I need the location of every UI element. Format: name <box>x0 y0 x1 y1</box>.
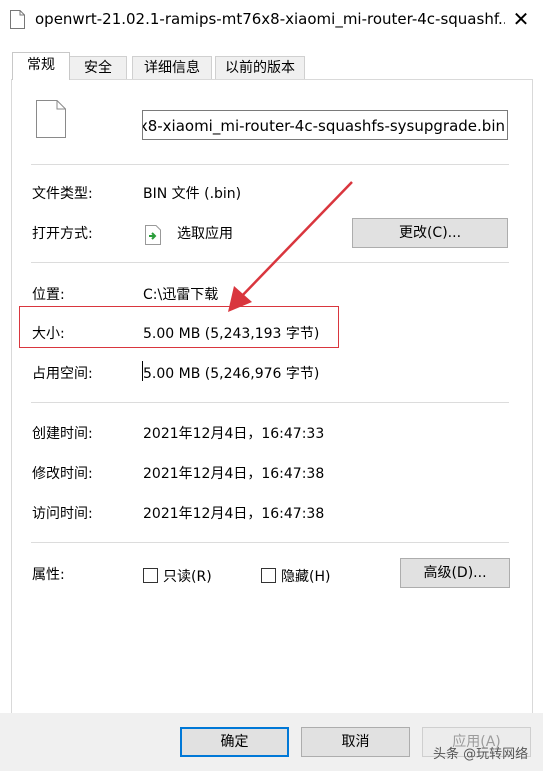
file-name-input[interactable]: openwrt-21.02.1-ramips-mt76x8-xiaomi_mi-… <box>142 110 508 140</box>
readonly-checkbox[interactable] <box>143 568 158 583</box>
hidden-label[interactable]: 隐藏(H) <box>281 566 330 586</box>
tab-security[interactable]: 安全 <box>69 56 127 79</box>
accessed-value: 2021年12月4日，16:47:38 <box>143 506 325 522</box>
title-bar: openwrt-21.02.1-ramips-mt76x8-xiaomi_mi-… <box>0 0 543 40</box>
close-button[interactable]: ✕ <box>505 4 537 34</box>
size-on-disk-label: 占用空间: <box>32 366 93 382</box>
divider <box>31 402 509 403</box>
ok-button[interactable]: 确定 <box>180 727 289 757</box>
text-cursor <box>142 361 143 381</box>
accessed-label: 访问时间: <box>32 506 93 522</box>
attributes-label: 属性: <box>32 567 65 583</box>
readonly-label[interactable]: 只读(R) <box>163 566 212 586</box>
window-title: openwrt-21.02.1-ramips-mt76x8-xiaomi_mi-… <box>35 10 505 28</box>
size-on-disk-value: 5.00 MB (5,246,976 字节) <box>143 366 320 382</box>
advanced-button[interactable]: 高级(D)... <box>400 558 510 588</box>
location-value: C:\迅雷下载 <box>143 287 219 303</box>
app-icon <box>145 225 161 245</box>
file-icon <box>10 10 25 29</box>
watermark: 头条 @玩转网络 <box>433 747 529 762</box>
general-panel <box>11 79 533 715</box>
location-label: 位置: <box>32 287 65 303</box>
divider <box>31 164 509 165</box>
modified-value: 2021年12月4日，16:47:38 <box>143 466 325 482</box>
divider <box>31 542 509 543</box>
file-large-icon <box>36 100 66 138</box>
tab-details[interactable]: 详细信息 <box>132 56 212 79</box>
modified-label: 修改时间: <box>32 466 93 482</box>
open-with-label: 打开方式: <box>32 226 93 242</box>
hidden-checkbox[interactable] <box>261 568 276 583</box>
created-value: 2021年12月4日，16:47:33 <box>143 426 325 442</box>
created-label: 创建时间: <box>32 426 93 442</box>
cancel-button[interactable]: 取消 <box>301 727 410 757</box>
change-button[interactable]: 更改(C)... <box>352 218 508 248</box>
red-arrow-annotation <box>228 181 353 312</box>
tab-general[interactable]: 常规 <box>12 52 70 80</box>
file-type-label: 文件类型: <box>32 186 93 202</box>
tab-previous-versions[interactable]: 以前的版本 <box>215 56 305 79</box>
